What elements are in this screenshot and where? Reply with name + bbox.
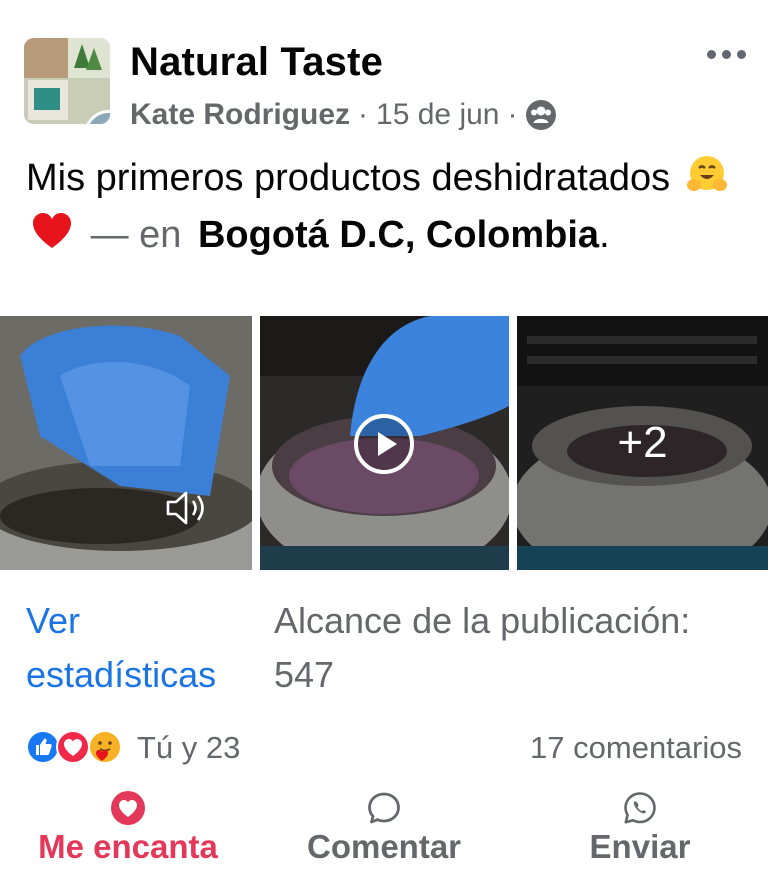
love-icon	[111, 791, 145, 825]
view-insights-link[interactable]: Ver estadísticas	[26, 594, 266, 702]
author-name[interactable]: Kate Rodriguez	[130, 98, 350, 132]
comment-icon	[368, 792, 400, 824]
love-icon	[56, 730, 90, 764]
post-insights: Ver estadísticas Alcance de la publicaci…	[0, 590, 768, 700]
comment-label: Comentar	[306, 828, 462, 865]
meta-separator: ·	[507, 98, 518, 131]
more-dot	[706, 49, 716, 59]
post-body: Mis primeros productos deshidratados	[26, 157, 671, 199]
reaction-icons[interactable]	[26, 730, 136, 764]
reactions-bar: Tú y 23 17 comentarios	[0, 722, 768, 772]
comments-count[interactable]: 17 comentarios	[530, 730, 742, 766]
play-icon[interactable]	[352, 412, 416, 476]
media-video-1[interactable]	[0, 316, 252, 570]
page-name[interactable]: Natural Taste	[130, 40, 383, 85]
love-button[interactable]: Me encanta	[0, 784, 256, 874]
more-options-button[interactable]	[700, 38, 752, 70]
care-icon	[88, 730, 122, 764]
whatsapp-icon	[624, 792, 656, 824]
friends-icon	[525, 99, 557, 131]
action-bar: Me encanta Comentar Enviar	[0, 784, 768, 874]
page-avatar[interactable]	[24, 38, 110, 124]
meta-separator: ·	[358, 98, 369, 131]
red-heart-icon	[30, 209, 74, 266]
post-header: Natural Taste Kate Rodriguez · 15 de jun…	[0, 0, 768, 150]
post-reach: Alcance de la publicación: 547	[274, 600, 691, 695]
more-photos-count[interactable]: +2	[517, 316, 768, 570]
post-text: Mis primeros productos deshidratados — e…	[26, 152, 746, 266]
smiling-face-with-open-hands-icon	[685, 152, 729, 209]
reactions-summary[interactable]: Tú y 23	[137, 730, 240, 766]
media-video-2[interactable]	[260, 316, 509, 570]
media-photo-3[interactable]: +2	[517, 316, 768, 570]
location-prefix: — en	[90, 214, 182, 256]
comment-button[interactable]: Comentar	[256, 784, 512, 874]
more-dot	[721, 49, 731, 59]
post-date[interactable]: 15 de jun	[376, 98, 499, 132]
post-meta: Kate Rodriguez · 15 de jun ·	[130, 98, 557, 132]
speaker-icon[interactable]	[164, 488, 210, 528]
send-button[interactable]: Enviar	[512, 784, 768, 874]
like-icon	[26, 730, 60, 764]
love-label: Me encanta	[38, 828, 218, 865]
location-suffix: .	[599, 214, 610, 256]
media-grid: +2	[0, 316, 768, 570]
location-link[interactable]: Bogotá D.C, Colombia	[198, 214, 599, 256]
send-label: Enviar	[589, 828, 691, 865]
more-dot	[736, 49, 746, 59]
